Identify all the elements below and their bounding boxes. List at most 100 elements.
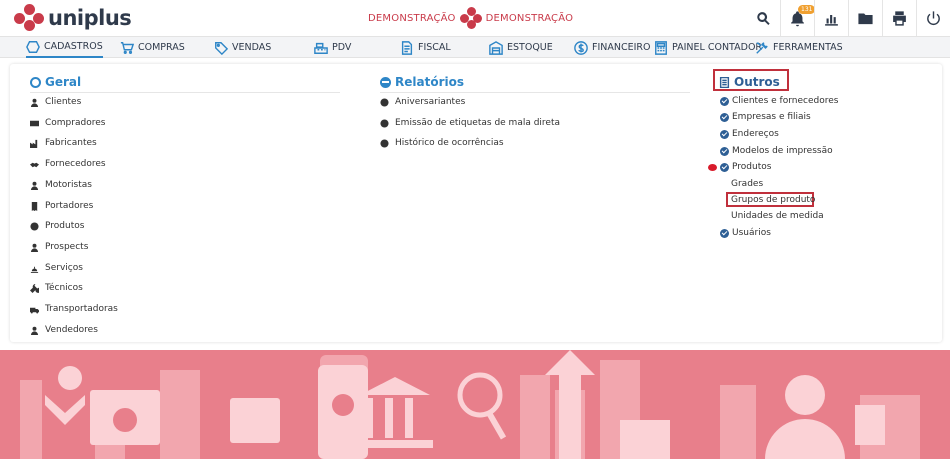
check-circle-icon <box>720 162 729 172</box>
logout-button[interactable] <box>916 0 950 36</box>
notifications-button[interactable]: 131 <box>780 0 816 36</box>
company-logo-icon <box>459 7 482 29</box>
nav-fiscal[interactable]: FISCAL <box>400 37 451 58</box>
outros-heading: Outros <box>719 75 780 89</box>
pointer-dot-icon <box>708 164 717 171</box>
check-circle-icon <box>720 146 729 156</box>
menu-item-label: Técnicos <box>45 283 83 293</box>
relatorio-item-historico[interactable]: Histórico de ocorrências <box>380 138 504 148</box>
menu-item-label: Empresas e filiais <box>732 112 811 122</box>
report-icon <box>380 97 389 107</box>
nav-financeiro[interactable]: FINANCEIRO <box>574 37 651 58</box>
menu-item-label: Compradores <box>45 118 106 128</box>
nav-pdv[interactable]: PDV <box>314 37 351 58</box>
folder-icon <box>858 13 873 24</box>
notification-badge: 131 <box>798 5 816 14</box>
search-button[interactable] <box>746 0 780 36</box>
receipt-icon <box>30 201 39 211</box>
nav-estoque[interactable]: ESTOQUE <box>489 37 553 58</box>
geral-item-motoristas[interactable]: Motoristas <box>30 180 92 190</box>
service-icon <box>30 264 39 273</box>
box-icon <box>30 221 39 231</box>
minus-circle-icon <box>380 76 391 88</box>
geral-item-prospects[interactable]: Prospects <box>30 242 88 252</box>
geral-item-fornecedores[interactable]: Fornecedores <box>30 159 106 169</box>
geral-item-tecnicos[interactable]: Técnicos <box>30 283 83 293</box>
menu-item-label: Produtos <box>45 221 85 231</box>
outros-subitem-unidades-medida[interactable]: Unidades de medida <box>731 211 824 221</box>
outros-subitem-grupos-produto[interactable]: Grupos de produto <box>731 195 815 205</box>
document-list-icon <box>719 76 730 88</box>
geral-item-transportadoras[interactable]: Transportadoras <box>30 304 118 314</box>
geral-item-compradores[interactable]: Compradores <box>30 118 105 128</box>
top-bar: uniplus DEMONSTRAÇÃO DEMONSTRAÇÃO 131 <box>0 0 950 36</box>
outros-subitem-grades[interactable]: Grades <box>731 179 763 189</box>
relatorios-title: Relatórios <box>395 75 464 89</box>
menu-item-label: Transportadoras <box>45 304 118 314</box>
nav-cadastros[interactable]: CADASTROS <box>26 37 103 58</box>
cadastros-menu-panel: Geral Clientes Compradores Fabricantes F… <box>10 64 942 342</box>
menu-item-label: Portadores <box>45 201 94 211</box>
outros-item-clientes-fornecedores[interactable]: Clientes e fornecedores <box>720 96 838 106</box>
handshake-icon <box>30 160 39 169</box>
nav-label: FERRAMENTAS <box>773 42 843 53</box>
check-circle-icon <box>720 96 729 106</box>
nav-ferramentas[interactable]: FERRAMENTAS <box>755 37 843 58</box>
nav-painel-contador[interactable]: PAINEL CONTADOR <box>654 37 762 58</box>
nav-label: CADASTROS <box>44 41 103 52</box>
geral-item-fabricantes[interactable]: Fabricantes <box>30 138 97 148</box>
menu-item-label: Histórico de ocorrências <box>395 138 504 148</box>
menu-item-label: Motoristas <box>45 180 92 190</box>
outros-item-empresas-filiais[interactable]: Empresas e filiais <box>720 112 811 122</box>
register-icon <box>314 42 328 54</box>
logo-mark-icon <box>14 4 44 32</box>
nav-vendas[interactable]: VENDAS <box>214 37 271 58</box>
outros-item-produtos[interactable]: Produtos <box>720 162 771 172</box>
nav-label: VENDAS <box>232 42 272 53</box>
nav-label: FISCAL <box>418 42 451 53</box>
company-label-right: DEMONSTRAÇÃO <box>485 12 574 24</box>
menu-item-label: Fabricantes <box>45 138 97 148</box>
geral-item-clientes[interactable]: Clientes <box>30 97 81 107</box>
geral-item-produtos[interactable]: Produtos <box>30 221 84 231</box>
relatorio-item-aniversariantes[interactable]: Aniversariantes <box>380 97 465 107</box>
print-button[interactable] <box>882 0 916 36</box>
wrench-icon <box>30 283 39 293</box>
menu-item-label: Fornecedores <box>45 159 106 169</box>
geral-item-servicos[interactable]: Serviços <box>30 263 83 273</box>
driver-icon <box>30 181 39 190</box>
reports-button[interactable] <box>814 0 848 36</box>
outros-item-modelos-impressao[interactable]: Modelos de impressão <box>720 146 833 156</box>
menu-item-label: Usuários <box>732 228 771 238</box>
company-selector[interactable]: DEMONSTRAÇÃO DEMONSTRAÇÃO <box>368 7 573 29</box>
menu-item-label: Produtos <box>732 162 772 172</box>
check-circle-icon <box>720 112 729 122</box>
user-icon <box>30 98 39 107</box>
user-tie-icon <box>30 243 39 252</box>
relatorio-item-etiquetas[interactable]: Emissão de etiquetas de mala direta <box>380 118 560 128</box>
report-icon <box>380 118 389 128</box>
geral-title: Geral <box>45 75 82 89</box>
factory-icon <box>30 139 39 148</box>
menu-item-label: Emissão de etiquetas de mala direta <box>395 118 561 128</box>
files-button[interactable] <box>848 0 882 36</box>
relatorios-divider <box>380 92 690 93</box>
circle-icon <box>30 76 41 88</box>
nav-label: PDV <box>332 42 352 53</box>
nav-compras[interactable]: COMPRAS <box>120 37 185 58</box>
geral-item-vendedores[interactable]: Vendedores <box>30 325 98 335</box>
outros-item-enderecos[interactable]: Endereços <box>720 129 779 139</box>
calculator-icon <box>655 40 667 55</box>
power-icon <box>927 10 940 25</box>
menu-item-label: Grades <box>731 179 764 189</box>
menu-item-label: Grupos de produto <box>731 195 816 205</box>
outros-title: Outros <box>734 75 780 89</box>
outros-item-usuarios[interactable]: Usuários <box>720 228 771 238</box>
warehouse-icon <box>489 40 503 55</box>
uniplus-logo[interactable]: uniplus <box>14 4 132 32</box>
geral-item-portadores[interactable]: Portadores <box>30 201 93 211</box>
nav-label: FINANCEIRO <box>592 42 651 53</box>
logo-text: uniplus <box>48 6 132 30</box>
salesman-icon <box>30 326 39 335</box>
id-card-icon <box>30 119 39 128</box>
